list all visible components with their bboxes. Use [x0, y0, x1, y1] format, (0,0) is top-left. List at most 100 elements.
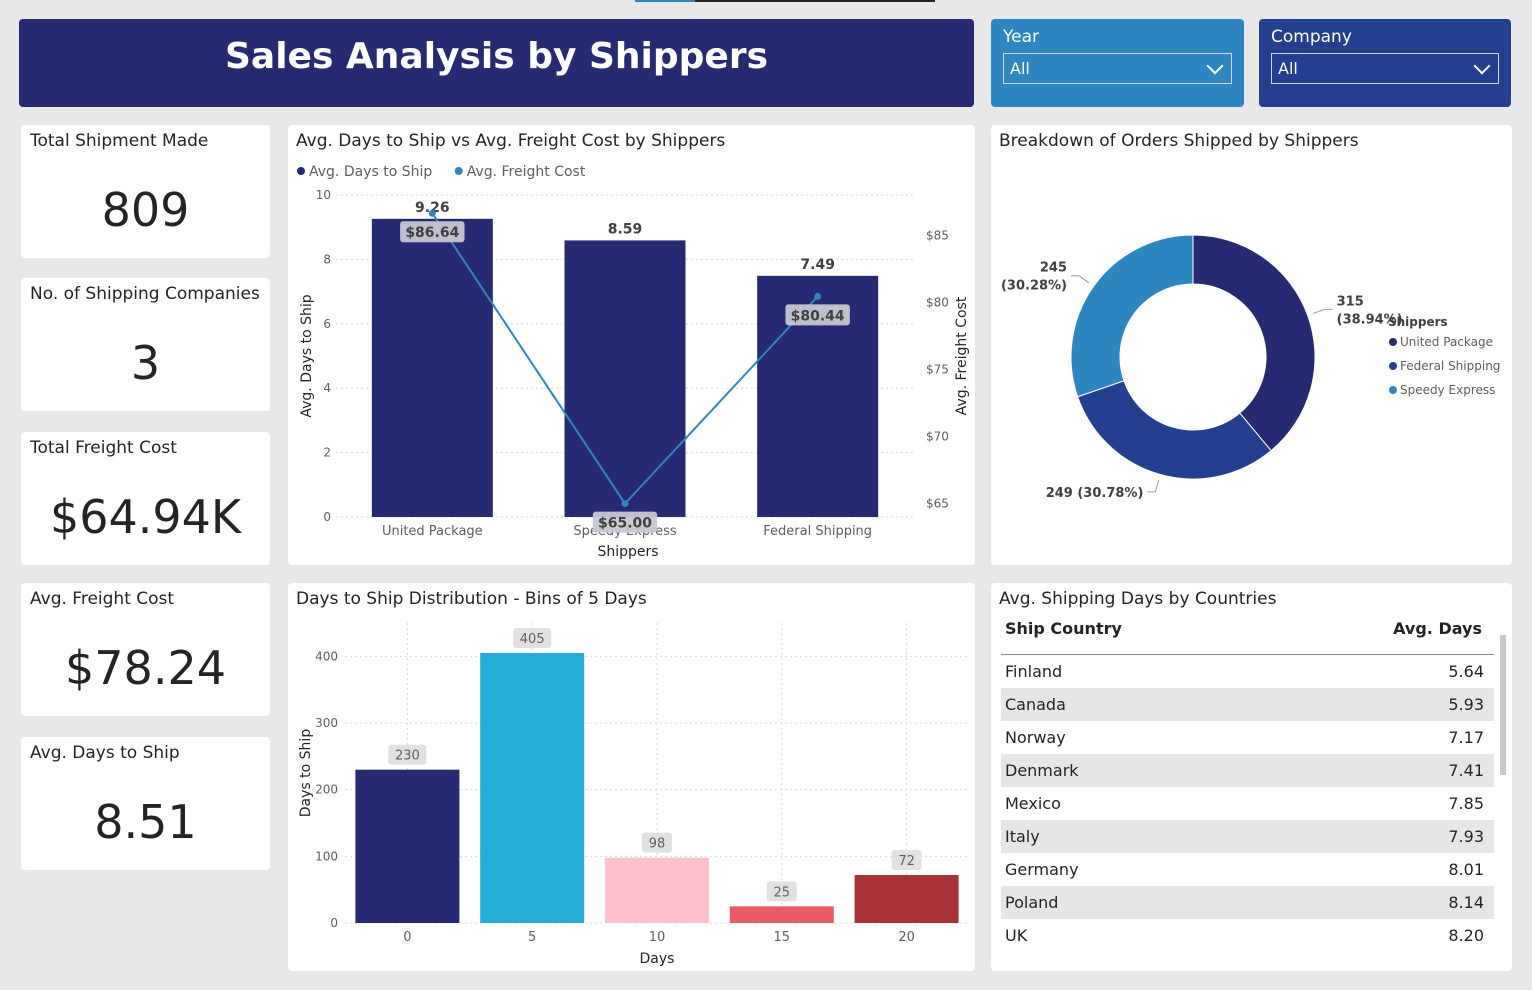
bar — [355, 769, 460, 923]
y2-tick-label: $75 — [926, 362, 949, 376]
countries-table: Ship Country Avg. Days Finland 5.64 Canada… — [1001, 613, 1494, 952]
cell-country: Finland — [1005, 662, 1063, 681]
x-tick-label: 15 — [774, 930, 791, 945]
year-dropdown[interactable]: All — [1003, 53, 1232, 84]
kpi-value: 3 — [130, 336, 161, 390]
table-body: Finland 5.64 Canada 5.93 Norway 7.17 Denmark 7.… — [1001, 655, 1494, 952]
table-row[interactable]: Germany 8.01 — [1001, 853, 1494, 886]
y-tick-label: 10 — [316, 188, 331, 202]
combo-chart: Avg. Days to Ship Avg. Freight Cost 0 2 4 6 8 1… — [297, 164, 970, 560]
table-row[interactable]: Norway 7.17 — [1001, 721, 1494, 754]
table-row[interactable]: UK 8.20 — [1001, 919, 1494, 952]
x-tick-label: Federal Shipping — [763, 524, 872, 539]
cell-avg-days: 8.14 — [1448, 893, 1484, 912]
histogram-chart: 0 100 200 300 400 230 0 405 5 98 10 25 15 72 20 Days to… — [298, 623, 969, 967]
donut-chart-card: Breakdown of Orders Shipped by Shippers … — [991, 125, 1512, 565]
legend-label: Federal Shipping — [1400, 359, 1500, 373]
y-axis-title: Days to Ship — [298, 729, 314, 818]
kpi-label: No. of Shipping Companies — [30, 284, 260, 304]
y-tick-label: 100 — [315, 849, 338, 863]
kpi-avg-days: Avg. Days to Ship 8.51 — [21, 737, 270, 870]
legend-marker — [454, 167, 463, 175]
table-row[interactable]: Canada 5.93 — [1001, 688, 1494, 721]
top-tab-indicator — [635, 0, 935, 2]
bar — [605, 857, 709, 923]
cell-avg-days: 7.17 — [1448, 728, 1484, 747]
kpi-label: Avg. Freight Cost — [30, 589, 175, 609]
chevron-down-icon — [1206, 57, 1224, 74]
bar-data-label: 7.49 — [800, 257, 835, 273]
year-slicer: Year All — [991, 19, 1244, 107]
pie-slice — [1077, 380, 1272, 480]
kpi-total-shipments: Total Shipment Made 809 — [21, 125, 270, 258]
cell-country: UK — [1005, 926, 1028, 945]
y2-tick-label: $85 — [926, 228, 949, 242]
chart-legend: Avg. Days to Ship Avg. Freight Cost — [297, 164, 586, 180]
slice-label: 315 — [1337, 294, 1364, 309]
kpi-value: $78.24 — [65, 641, 226, 695]
y-axis-title: Avg. Days to Ship — [299, 294, 315, 417]
company-slicer-label: Company — [1271, 27, 1352, 47]
cell-avg-days: 8.20 — [1448, 926, 1484, 945]
legend-marker — [297, 167, 305, 175]
cell-avg-days: 7.85 — [1448, 794, 1484, 813]
col-ship-country[interactable]: Ship Country — [1005, 619, 1122, 654]
kpi-value: $64.94K — [49, 490, 242, 544]
table-row[interactable]: Italy 7.93 — [1001, 820, 1494, 853]
kpi-value: 809 — [101, 183, 190, 237]
cell-country: Germany — [1005, 860, 1079, 879]
y-tick-label: 200 — [315, 783, 338, 797]
scrollbar-thumb[interactable] — [1500, 635, 1506, 775]
y2-tick-label: $65 — [926, 497, 949, 511]
kpi-label: Total Shipment Made — [30, 131, 209, 151]
y-tick-label: 8 — [323, 252, 331, 266]
cell-avg-days: 7.41 — [1448, 761, 1484, 780]
leader-line — [1071, 275, 1090, 284]
legend-marker — [1389, 338, 1397, 346]
bar — [371, 218, 493, 517]
cell-country: Poland — [1005, 893, 1059, 912]
combo-chart-card: Avg. Days to Ship vs Avg. Freight Cost b… — [288, 125, 975, 565]
line-data-label: $80.44 — [791, 308, 845, 324]
cell-avg-days: 8.01 — [1448, 860, 1484, 879]
title-banner: Sales Analysis by Shippers — [19, 19, 974, 107]
col-avg-days[interactable]: Avg. Days — [1393, 619, 1482, 654]
bar-data-label: 8.59 — [608, 221, 643, 237]
line-point — [621, 500, 629, 508]
y2-tick-label: $80 — [926, 295, 949, 309]
legend-marker — [1389, 362, 1397, 370]
table-row[interactable]: Finland 5.64 — [1001, 655, 1494, 688]
pie-slice — [1192, 234, 1316, 452]
bar — [729, 906, 834, 923]
company-dropdown[interactable]: All — [1271, 53, 1499, 84]
company-slicer: Company All — [1259, 19, 1511, 107]
y-tick-label: 6 — [323, 317, 331, 331]
table-row[interactable]: Mexico 7.85 — [1001, 787, 1494, 820]
x-tick-label: 20 — [898, 930, 915, 945]
y-tick-label: 2 — [323, 446, 331, 460]
countries-table-card: Avg. Shipping Days by Countries Ship Cou… — [991, 583, 1512, 971]
y-tick-label: 4 — [323, 381, 331, 395]
table-scrollbar[interactable] — [1500, 613, 1506, 943]
histogram-card: Days to Ship Distribution - Bins of 5 Da… — [288, 583, 975, 971]
bar-data-label: 98 — [649, 837, 666, 852]
company-dropdown-value: All — [1278, 59, 1298, 78]
x-tick-label: 0 — [403, 930, 411, 945]
cell-country: Italy — [1005, 827, 1040, 846]
table-row[interactable]: Denmark 7.41 — [1001, 754, 1494, 787]
bar-data-label: 405 — [520, 632, 545, 647]
y-tick-label: 0 — [323, 510, 331, 524]
line-point — [428, 209, 436, 217]
table-row[interactable]: Poland 8.14 — [1001, 886, 1494, 919]
legend-label: Avg. Freight Cost — [467, 164, 586, 180]
bar-data-label: 72 — [898, 854, 915, 869]
pie-slice — [1070, 234, 1194, 398]
chevron-down-icon — [1473, 57, 1491, 74]
legend-title: Shippers — [1388, 315, 1448, 329]
kpi-value: 8.51 — [94, 795, 197, 849]
table-header: Ship Country Avg. Days — [1001, 613, 1494, 655]
cell-avg-days: 5.64 — [1448, 662, 1484, 681]
slice-label: (30.28%) — [1001, 279, 1067, 294]
year-dropdown-value: All — [1010, 59, 1030, 78]
slice-label: 249 (30.78%) — [1046, 486, 1144, 501]
